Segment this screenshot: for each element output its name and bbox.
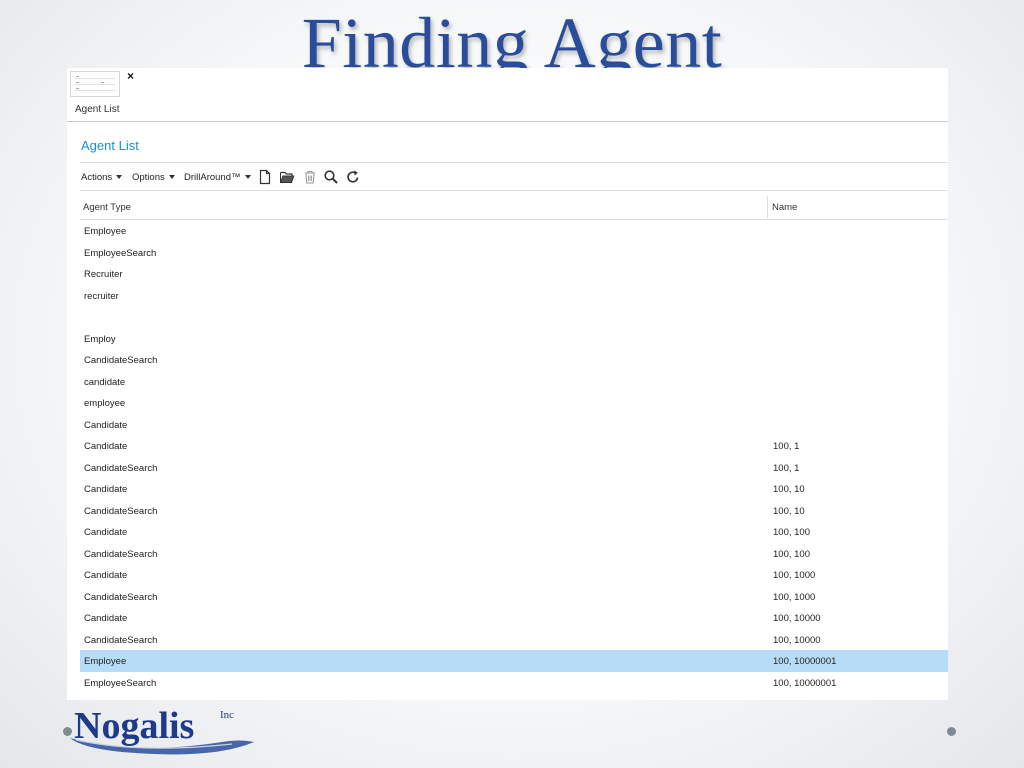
search-icon[interactable] — [323, 169, 339, 185]
chevron-down-icon — [116, 175, 123, 179]
cell-agent-type: Employee — [84, 656, 127, 667]
table-row[interactable]: recruiter — [80, 285, 948, 307]
table-row[interactable]: Candidate 100, 10 — [80, 478, 948, 500]
logo-suffix: Inc — [220, 709, 234, 721]
cell-name: 100, 10 — [773, 484, 805, 495]
table-row-selected[interactable]: Employee 100, 10000001 — [80, 650, 948, 672]
cell-agent-type: CandidateSearch — [84, 634, 158, 646]
cell-agent-type: candidate — [84, 376, 126, 388]
cell-agent-type: employee — [84, 398, 126, 409]
table-row[interactable]: CandidateSearch 100, 1000 — [80, 586, 948, 608]
tab-thumbnail[interactable] — [70, 71, 120, 97]
table-row[interactable]: Candidate 100, 1 — [80, 435, 948, 457]
nogalis-logo: Nogalis Inc — [70, 705, 254, 755]
cell-agent-type: Candidate — [84, 613, 128, 624]
table-row[interactable]: Candidate 100, 10000 — [80, 607, 948, 629]
agent-list-window: × Agent List Agent List Actions Options … — [67, 68, 948, 700]
cell-agent-type: Employ — [84, 333, 116, 345]
cell-name: 100, 1 — [773, 441, 800, 452]
options-menu[interactable]: Options — [132, 172, 175, 183]
cell-name: 100, 10000001 — [773, 656, 837, 667]
cell-agent-type: Employee — [84, 226, 127, 237]
table-row[interactable]: Candidate — [80, 414, 948, 436]
panel-title: Agent List — [81, 138, 139, 153]
column-header-agent-type[interactable]: Agent Type — [83, 202, 131, 213]
cell-agent-type: CandidateSearch — [84, 462, 158, 474]
close-tab-icon[interactable]: × — [127, 69, 134, 83]
cell-name: 100, 100 — [773, 548, 810, 560]
cell-agent-type: Recruiter — [84, 269, 123, 280]
cell-name: 100, 10000 — [773, 613, 821, 624]
table-row[interactable]: CandidateSearch 100, 10 — [80, 500, 948, 522]
column-divider — [767, 196, 768, 218]
logo-wordmark: Nogalis — [74, 705, 194, 747]
drillaround-label: DrillAround™ — [184, 172, 241, 183]
divider — [80, 190, 948, 191]
agent-grid: Agent Type Name Employee EmployeeSearch Re… — [80, 194, 948, 693]
table-row[interactable]: candidate — [80, 371, 948, 393]
delete-trash-icon[interactable] — [302, 169, 318, 185]
cell-agent-type: Candidate — [84, 419, 128, 431]
tab-strip: × Agent List — [67, 68, 948, 122]
cell-name: 100, 10 — [773, 505, 805, 517]
table-row[interactable]: Candidate 100, 1000 — [80, 564, 948, 586]
grid-body: Employee EmployeeSearch Recruiter recruiter… — [80, 220, 948, 693]
cell-agent-type: recruiter — [84, 290, 119, 302]
cell-agent-type: CandidateSearch — [84, 591, 158, 603]
table-row[interactable]: EmployeeSearch 100, 10000001 — [80, 672, 948, 694]
new-document-icon[interactable] — [257, 169, 273, 185]
table-row[interactable]: CandidateSearch 100, 1 — [80, 457, 948, 479]
cell-name: 100, 1 — [773, 462, 800, 474]
cell-agent-type: Candidate — [84, 570, 128, 581]
slide-bullet-left — [63, 727, 72, 736]
cell-agent-type: EmployeeSearch — [84, 677, 157, 689]
slide-bullet-right — [947, 727, 956, 736]
cell-name: 100, 1000 — [773, 591, 816, 603]
tab-agent-list[interactable]: Agent List — [75, 104, 119, 115]
table-row[interactable]: employee — [80, 392, 948, 414]
divider — [80, 162, 948, 163]
table-row[interactable]: EmployeeSearch — [80, 242, 948, 264]
table-row[interactable]: Employ — [80, 328, 948, 350]
table-row[interactable]: CandidateSearch — [80, 349, 948, 371]
table-row[interactable]: CandidateSearch 100, 10000 — [80, 629, 948, 651]
cell-agent-type: CandidateSearch — [84, 505, 158, 517]
cell-name: 100, 10000001 — [773, 677, 837, 689]
column-header-name[interactable]: Name — [772, 202, 797, 213]
cell-name: 100, 1000 — [773, 570, 816, 581]
cell-name: 100, 100 — [773, 527, 810, 538]
open-folder-icon[interactable] — [279, 169, 295, 185]
refresh-icon[interactable] — [345, 169, 361, 185]
cell-agent-type: CandidateSearch — [84, 355, 158, 366]
cell-name: 100, 10000 — [773, 634, 821, 646]
table-row[interactable]: Candidate 100, 100 — [80, 521, 948, 543]
cell-agent-type: CandidateSearch — [84, 548, 158, 560]
cell-agent-type: EmployeeSearch — [84, 247, 157, 259]
table-row[interactable] — [80, 306, 948, 328]
toolbar: Actions Options DrillAround™ — [80, 165, 948, 191]
chevron-down-icon — [244, 175, 251, 179]
actions-label: Actions — [81, 172, 113, 183]
table-row[interactable]: Recruiter — [80, 263, 948, 285]
drillaround-menu[interactable]: DrillAround™ — [184, 172, 251, 183]
actions-menu[interactable]: Actions — [81, 172, 123, 183]
cell-agent-type: Candidate — [84, 527, 128, 538]
cell-agent-type: Candidate — [84, 441, 128, 452]
chevron-down-icon — [168, 175, 175, 179]
table-row[interactable]: CandidateSearch 100, 100 — [80, 543, 948, 565]
grid-header: Agent Type Name — [80, 194, 948, 220]
options-label: Options — [132, 172, 165, 183]
table-row[interactable]: Employee — [80, 220, 948, 242]
cell-agent-type: Candidate — [84, 484, 128, 495]
